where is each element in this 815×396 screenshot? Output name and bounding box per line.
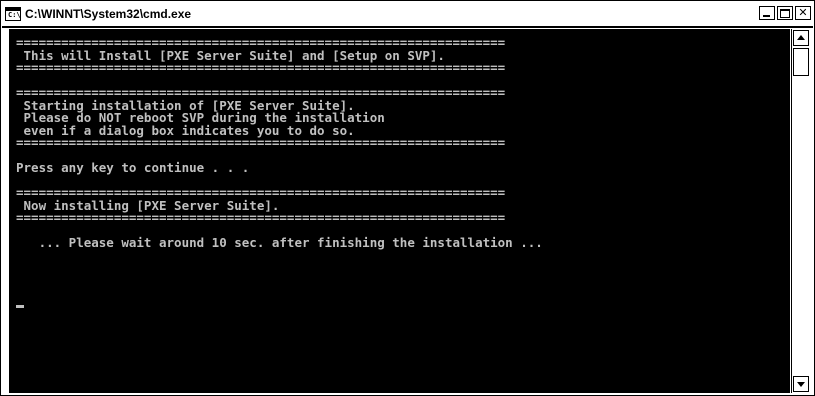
console-text: ========================================…: [9, 29, 790, 250]
close-button[interactable]: ✕: [795, 6, 811, 20]
text-cursor: [16, 305, 24, 308]
close-icon: ✕: [798, 6, 808, 19]
scroll-up-button[interactable]: [793, 30, 809, 46]
vertical-scrollbar[interactable]: [791, 29, 809, 393]
maximize-button[interactable]: [777, 6, 793, 20]
window-controls: ✕: [757, 6, 811, 20]
cmd-console-icon[interactable]: C:\: [5, 7, 21, 21]
console-line: Press any key to continue . . .: [16, 160, 250, 175]
console-line: ... Please wait around 10 sec. after fin…: [16, 235, 543, 250]
console-output-area[interactable]: ========================================…: [9, 29, 790, 393]
console-line: ========================================…: [16, 60, 506, 75]
console-line: ========================================…: [16, 135, 506, 150]
title-bar[interactable]: C:\ C:\WINNT\System32\cmd.exe ✕: [2, 2, 813, 28]
minimize-button[interactable]: [759, 6, 775, 20]
scroll-up-arrow-icon: [797, 35, 805, 40]
window-title: C:\WINNT\System32\cmd.exe: [25, 7, 192, 21]
cmd-window: C:\ C:\WINNT\System32\cmd.exe ✕ ========…: [0, 0, 815, 396]
scroll-thumb[interactable]: [793, 48, 809, 76]
scroll-down-button[interactable]: [793, 376, 809, 392]
console-line: ========================================…: [16, 210, 506, 225]
console-icon-glyph: C:\: [8, 11, 21, 19]
scroll-down-arrow-icon: [797, 382, 805, 387]
